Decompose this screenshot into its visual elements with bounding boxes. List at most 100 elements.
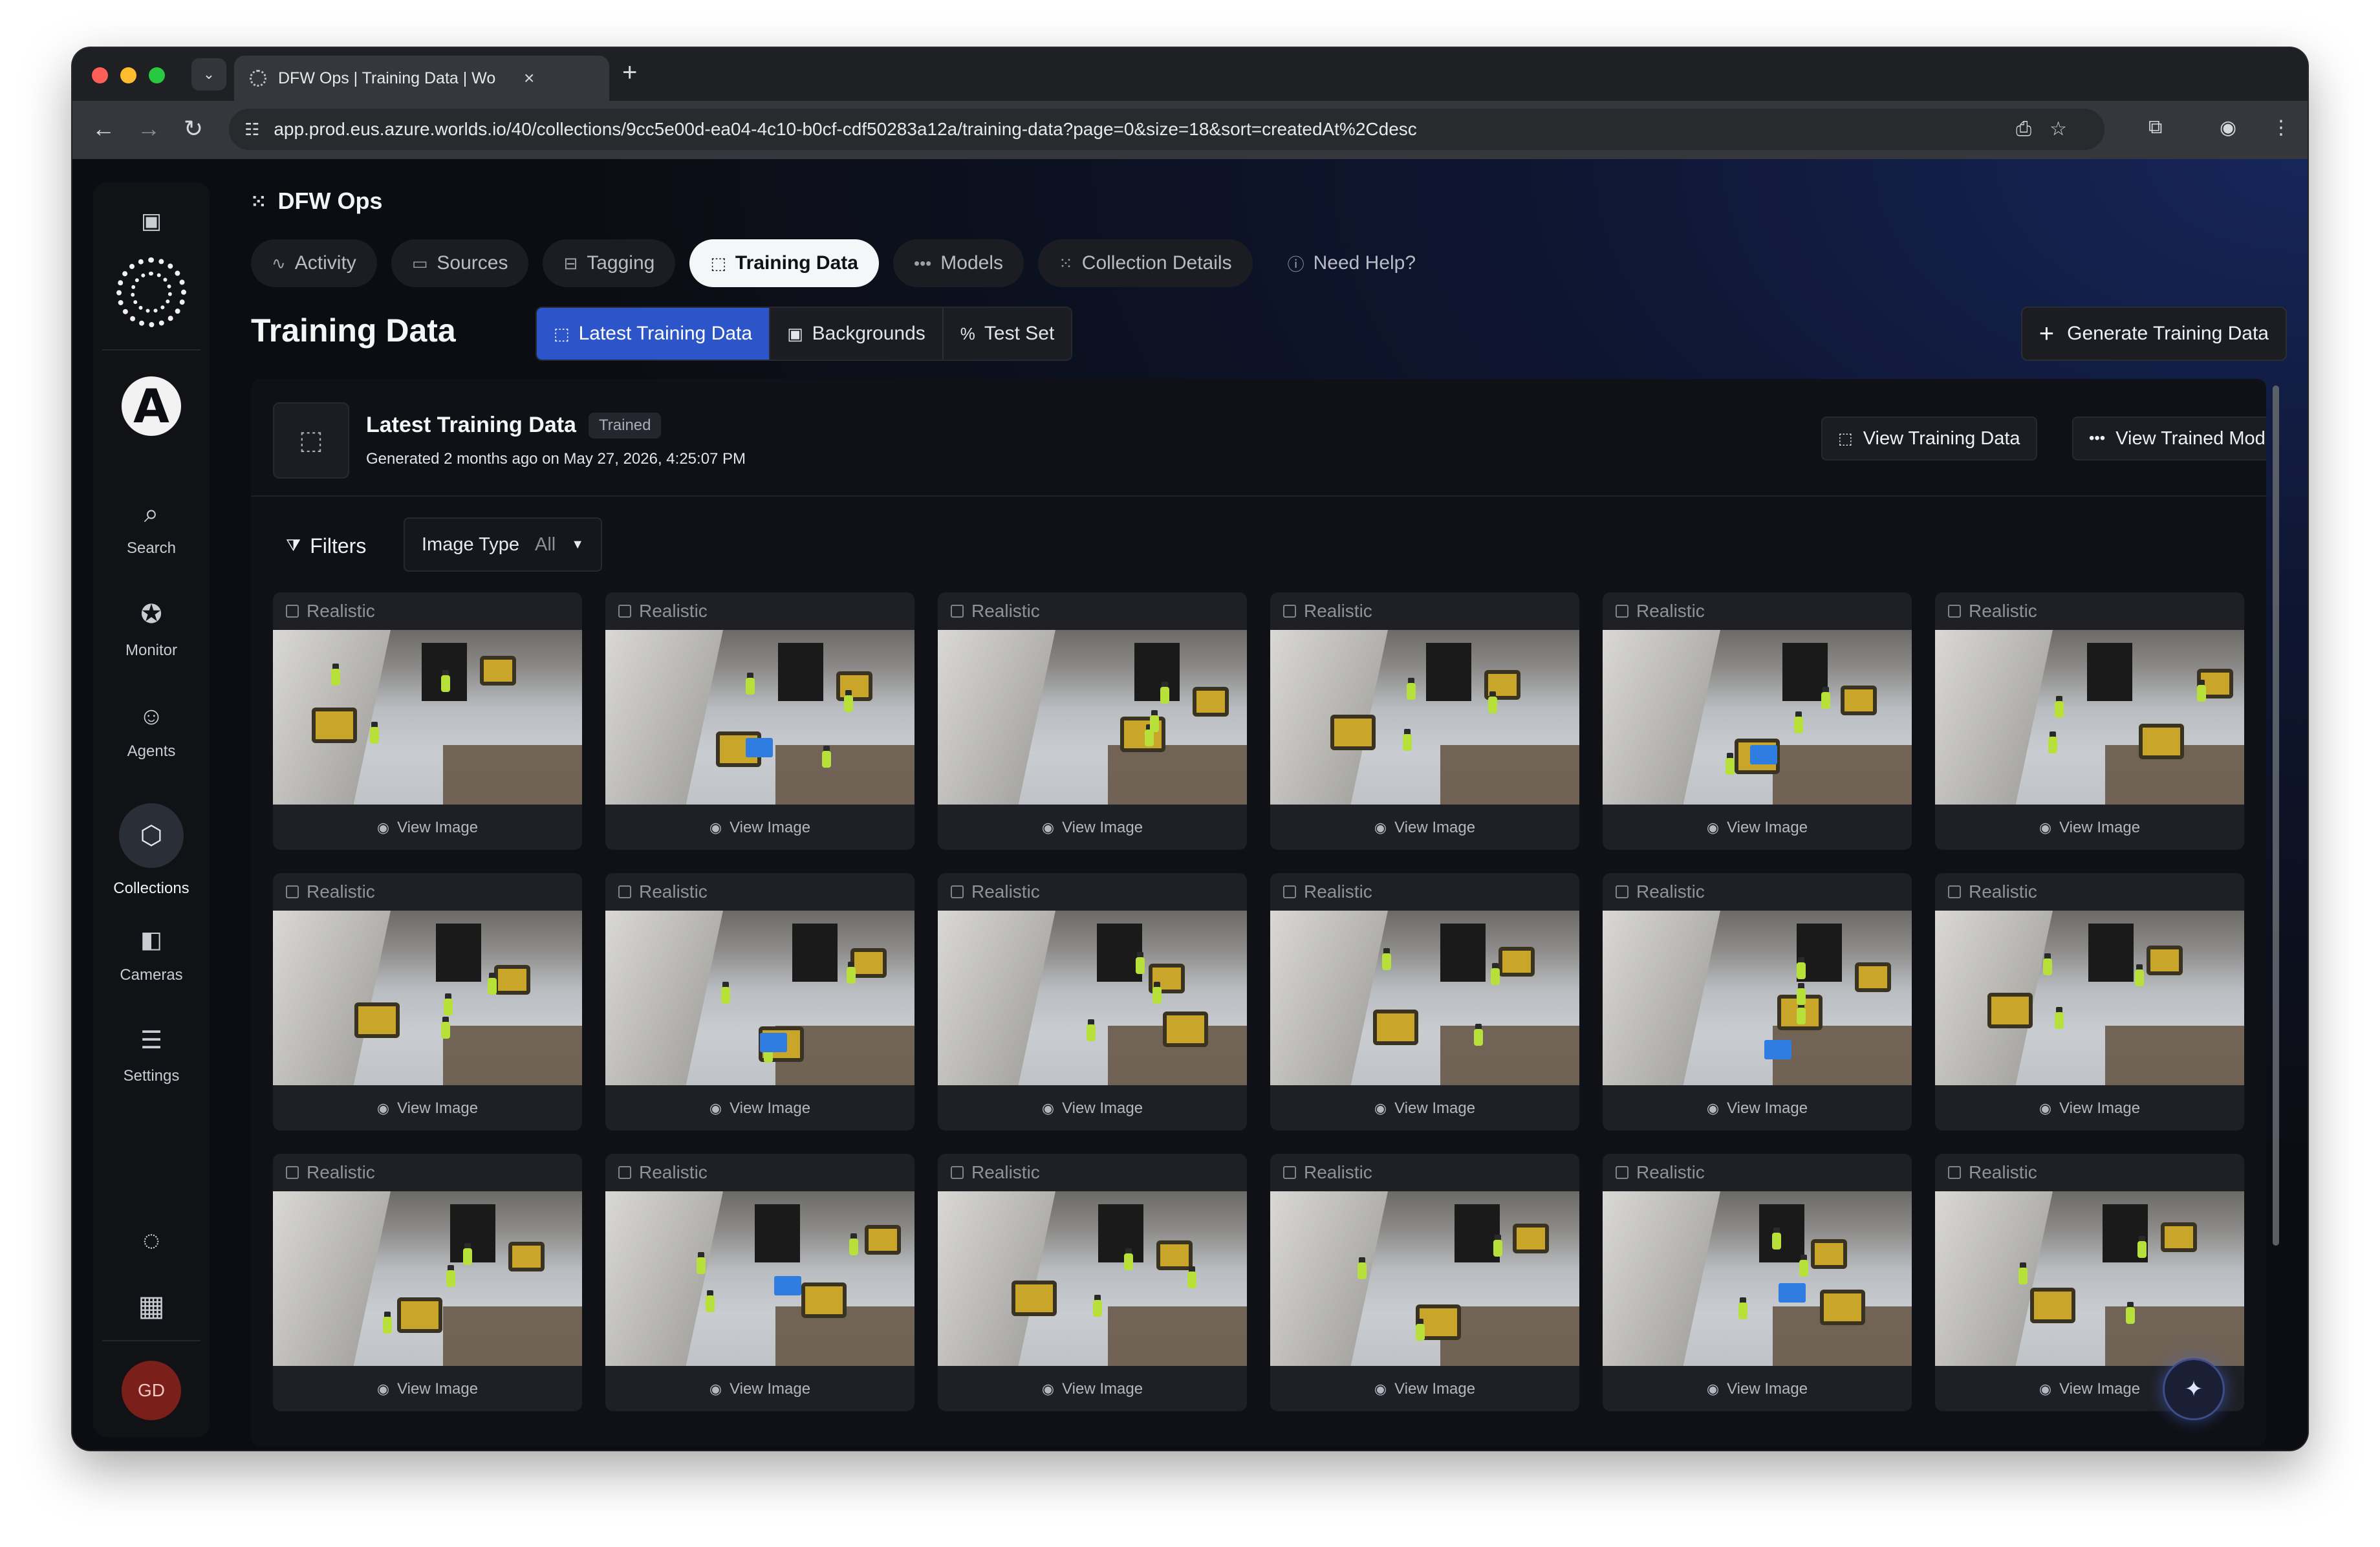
training-image-thumbnail[interactable] — [1270, 911, 1579, 1085]
forward-icon[interactable]: → — [137, 115, 160, 142]
training-image-thumbnail[interactable] — [1935, 630, 2244, 805]
sidebar-toggle-icon[interactable]: ▣ — [93, 208, 210, 234]
profile-icon[interactable]: ◉ — [2220, 116, 2236, 139]
training-image-thumbnail[interactable] — [1603, 1191, 1912, 1366]
view-image-button[interactable]: ◉ View Image — [605, 806, 914, 850]
sidebar-item-settings[interactable]: Settings — [93, 1067, 210, 1085]
segment-latest-training-data[interactable]: ⬚ Latest Training Data — [537, 308, 770, 360]
segment-test-set[interactable]: % Test Set — [944, 308, 1072, 360]
view-image-button[interactable]: ◉ View Image — [1603, 1087, 1912, 1130]
browser-tab[interactable]: DFW Ops | Training Data | Wo × — [234, 56, 609, 101]
view-image-button[interactable]: ◉ View Image — [273, 1367, 582, 1411]
monitor-icon[interactable]: ✪ — [93, 600, 210, 629]
view-image-button[interactable]: ◉ View Image — [605, 1087, 914, 1130]
training-image-thumbnail[interactable] — [1603, 630, 1912, 805]
training-image-thumbnail[interactable] — [605, 911, 914, 1085]
window-minimize-button[interactable] — [120, 67, 136, 83]
training-image-thumbnail[interactable] — [605, 1191, 914, 1366]
training-image-thumbnail[interactable] — [605, 630, 914, 805]
avatar[interactable]: GD — [122, 1361, 181, 1420]
view-image-button[interactable]: ◉ View Image — [273, 806, 582, 850]
view-image-button[interactable]: ◉ View Image — [1270, 1087, 1579, 1130]
view-image-button[interactable]: ◉ View Image — [1935, 806, 2244, 850]
training-image-thumbnail[interactable] — [1935, 911, 2244, 1085]
view-image-button[interactable]: ◉ View Image — [1270, 1367, 1579, 1411]
filters-button[interactable]: ⧩ Filters — [286, 520, 366, 572]
sidebar-item-cameras[interactable]: Cameras — [93, 966, 210, 984]
tab-search-button[interactable]: ⌄ — [191, 58, 226, 91]
image-card[interactable]: Realistic ◉ View Image — [938, 592, 1247, 850]
image-card[interactable]: Realistic ◉ View Image — [1603, 873, 1912, 1130]
training-image-thumbnail[interactable] — [938, 1191, 1247, 1366]
segment-backgrounds[interactable]: ▣ Backgrounds — [770, 308, 942, 360]
tab-collection-details[interactable]: ⁙ Collection Details — [1038, 239, 1253, 287]
image-card[interactable]: Realistic ◉ View Image — [605, 873, 914, 1130]
view-image-button[interactable]: ◉ View Image — [1935, 1087, 2244, 1130]
generate-training-data-button[interactable]: + Generate Training Data — [2020, 307, 2287, 361]
image-card[interactable]: Realistic ◉ View Image — [938, 873, 1247, 1130]
image-card[interactable]: Realistic ◉ View Image — [1270, 873, 1579, 1130]
training-image-thumbnail[interactable] — [938, 630, 1247, 805]
training-image-thumbnail[interactable] — [1270, 1191, 1579, 1366]
tab-training-data[interactable]: ⬚ Training Data — [689, 239, 879, 287]
image-card[interactable]: Realistic ◉ View Image — [1935, 592, 2244, 850]
sidebar-item-monitor[interactable]: Monitor — [93, 642, 210, 660]
assistant-sparkle-button[interactable]: ✦ — [2163, 1358, 2225, 1420]
view-image-button[interactable]: ◉ View Image — [938, 806, 1247, 850]
training-image-thumbnail[interactable] — [1603, 911, 1912, 1085]
sidebar-item-search[interactable]: Search — [93, 539, 210, 557]
install-app-icon[interactable]: ⎙ — [2016, 118, 2050, 140]
window-close-button[interactable] — [92, 67, 108, 83]
tab-activity[interactable]: ∿ Activity — [251, 239, 377, 287]
site-settings-icon[interactable]: ☷ — [244, 120, 259, 140]
bookmark-star-icon[interactable]: ☆ — [2050, 118, 2085, 140]
training-image-thumbnail[interactable] — [273, 1191, 582, 1366]
view-image-button[interactable]: ◉ View Image — [938, 1367, 1247, 1411]
image-card[interactable]: Realistic ◉ View Image — [938, 1154, 1247, 1411]
need-help-link[interactable]: ⓘ Need Help? — [1267, 239, 1436, 287]
scrollbar[interactable] — [2273, 385, 2279, 1246]
image-card[interactable]: Realistic ◉ View Image — [605, 1154, 914, 1411]
view-image-button[interactable]: ◉ View Image — [605, 1367, 914, 1411]
address-bar[interactable]: ☷ app.prod.eus.azure.worlds.io/40/collec… — [229, 109, 2104, 150]
training-image-thumbnail[interactable] — [938, 911, 1247, 1085]
training-image-thumbnail[interactable] — [1935, 1191, 2244, 1366]
view-image-button[interactable]: ◉ View Image — [1270, 806, 1579, 850]
camera-icon[interactable]: ◧ — [93, 926, 210, 953]
apps-grid-icon[interactable]: ⁙ — [251, 191, 266, 212]
training-image-thumbnail[interactable] — [1270, 630, 1579, 805]
image-card[interactable]: Realistic ◉ View Image — [1603, 592, 1912, 850]
sidebar-item-collections[interactable]: Collections — [93, 880, 210, 898]
view-image-button[interactable]: ◉ View Image — [273, 1087, 582, 1130]
image-type-filter[interactable]: Image Type All ▼ — [404, 517, 603, 572]
training-image-thumbnail[interactable] — [273, 630, 582, 805]
view-trained-model-button[interactable]: ••• View Trained Model — [2072, 416, 2266, 460]
back-icon[interactable]: ← — [92, 115, 115, 142]
tab-models[interactable]: ••• Models — [892, 239, 1024, 287]
window-zoom-button[interactable] — [149, 67, 165, 83]
view-image-button[interactable]: ◉ View Image — [1603, 806, 1912, 850]
image-card[interactable]: Realistic ◉ View Image — [273, 592, 582, 850]
reload-icon[interactable]: ↻ — [184, 115, 203, 142]
image-card[interactable]: Realistic ◉ View Image — [273, 1154, 582, 1411]
building-icon[interactable]: ▦ — [93, 1290, 210, 1323]
browser-menu-icon[interactable]: ⋮ — [2271, 116, 2291, 139]
robot-icon[interactable]: ☺ — [93, 703, 210, 731]
loading-icon[interactable]: ◌ — [93, 1222, 210, 1257]
close-icon[interactable]: × — [524, 68, 534, 89]
sliders-icon[interactable]: ☰ — [93, 1026, 210, 1055]
view-image-button[interactable]: ◉ View Image — [1603, 1367, 1912, 1411]
tab-tagging[interactable]: ⊟ Tagging — [543, 239, 676, 287]
training-image-thumbnail[interactable] — [273, 911, 582, 1085]
view-image-button[interactable]: ◉ View Image — [938, 1087, 1247, 1130]
image-card[interactable]: Realistic ◉ View Image — [273, 873, 582, 1130]
image-card[interactable]: Realistic ◉ View Image — [1935, 873, 2244, 1130]
tab-sources[interactable]: ▭ Sources — [391, 239, 529, 287]
image-card[interactable]: Realistic ◉ View Image — [1603, 1154, 1912, 1411]
url-text[interactable]: app.prod.eus.azure.worlds.io/40/collecti… — [274, 119, 1417, 140]
new-tab-button[interactable]: + — [622, 58, 637, 87]
view-training-data-button[interactable]: ⬚ View Training Data — [1821, 416, 2037, 460]
extensions-icon[interactable]: ⧉ — [2148, 116, 2162, 138]
image-card[interactable]: Realistic ◉ View Image — [605, 592, 914, 850]
image-card[interactable]: Realistic ◉ View Image — [1270, 1154, 1579, 1411]
